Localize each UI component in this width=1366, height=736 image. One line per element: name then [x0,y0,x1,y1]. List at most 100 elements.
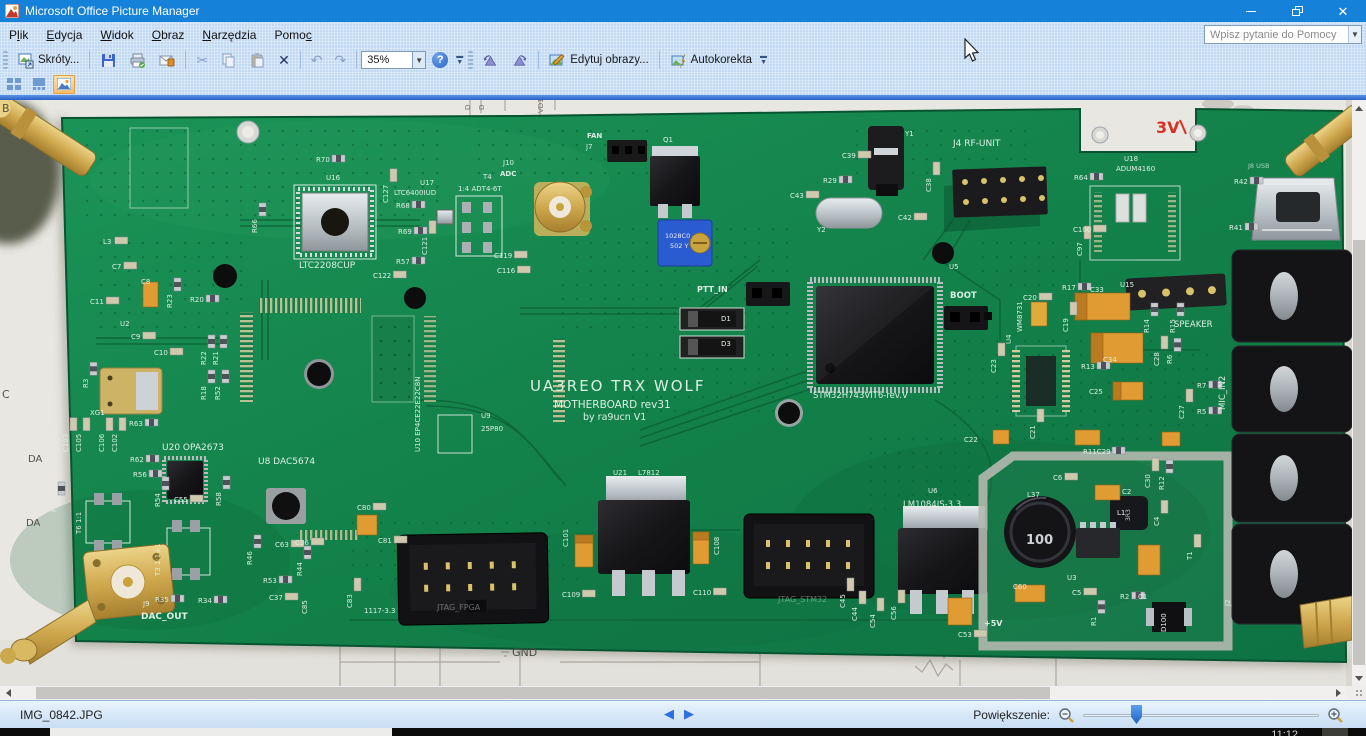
svg-text:R41: R41 [1229,224,1243,232]
help-question-placeholder: Wpisz pytanie do Pomocy [1205,29,1348,41]
svg-text:R18: R18 [200,386,208,400]
zoom-out-icon[interactable] [1058,707,1075,724]
menu-widok[interactable]: Widok [91,24,142,46]
chip-stm32 [810,280,940,390]
edit-pictures-button[interactable]: Edytuj obrazy... [543,49,654,72]
zoom-slider-thumb[interactable] [1131,705,1142,724]
cut-icon: ✂ [196,53,208,67]
svg-text:R56: R56 [133,471,147,479]
svg-text:C119: C119 [494,252,512,260]
adc-connector [534,182,592,236]
svg-text:Q1: Q1 [663,136,673,144]
rotate-right-button[interactable] [505,49,534,72]
svg-text:C6: C6 [1053,474,1063,482]
standard-toolbar: Skróty... ✂ [0,47,1366,73]
menu-edycja[interactable]: Edycja [37,24,91,46]
rotate-left-button[interactable] [476,49,505,72]
restore-button[interactable] [1274,0,1320,22]
svg-text:WM8731: WM8731 [1016,301,1024,332]
svg-text:R57: R57 [50,498,58,512]
shortcuts-button[interactable]: Skróty... [11,49,85,72]
toolbar-options-button[interactable]: ▬▼ [456,54,463,67]
scrollbar-corner [1346,686,1366,700]
previous-image-button[interactable]: ◀ [664,706,674,722]
save-button[interactable] [94,49,123,72]
help-question-box[interactable]: Wpisz pytanie do Pomocy ▼ [1204,25,1362,44]
svg-text:STM32H743VIT6-rev.V: STM32H743VIT6-rev.V [813,391,908,401]
copy-button[interactable] [214,49,243,72]
svg-text:C1: C1 [1138,593,1147,601]
vertical-scrollbar[interactable] [1352,100,1366,686]
zoom-value: 35% [367,54,389,66]
email-button[interactable] [152,49,181,72]
zoom-in-icon[interactable] [1327,707,1344,724]
photo-canvas[interactable]: R70U16LTC2208CUPR66L3C7C8C11U2C9C10R23R2… [0,100,1366,686]
delete-button[interactable]: ✕ [272,50,296,70]
print-button[interactable] [123,49,152,72]
menu-obraz[interactable]: Obraz [143,24,194,46]
vertical-scroll-thumb[interactable] [1353,240,1365,665]
edit-pictures-icon [549,52,566,69]
zoom-slider[interactable] [1083,705,1319,725]
svg-text:LM1084IS-3.3: LM1084IS-3.3 [903,500,961,510]
next-image-button[interactable]: ▶ [684,706,694,722]
undo-button[interactable]: ↶ [305,50,329,70]
svg-text:U3: U3 [1067,574,1077,582]
paste-button[interactable] [243,49,272,72]
svg-text:Y1: Y1 [904,130,914,138]
svg-text:J7: J7 [585,143,593,151]
svg-text:L7812: L7812 [638,469,660,477]
svg-text:T3 1:1+1: T3 1:1+1 [154,543,162,577]
zoom-slider-label: Powiększenie: [973,708,1050,722]
svg-text:+5V: +5V [984,619,1003,628]
oscillator-xg1 [100,368,162,414]
toolbar-options-button[interactable]: ▬▼ [760,54,767,67]
scroll-right-icon[interactable] [1330,686,1346,700]
cut-button[interactable]: ✂ [190,50,214,70]
pcb-photo: R70U16LTC2208CUPR66L3C7C8C11U2C9C10R23R2… [0,100,1352,686]
svg-text:C60: C60 [1013,583,1027,591]
zoom-slider-track[interactable] [1083,714,1319,717]
horizontal-scroll-thumb[interactable] [36,687,1050,699]
scroll-up-icon[interactable] [1352,100,1366,116]
filmstrip-view-button[interactable] [28,75,50,94]
toolbar-separator [538,51,539,69]
svg-text:B: B [2,102,10,115]
paste-icon [249,52,266,69]
toolbar-grip[interactable] [468,51,473,69]
toolbar-grip[interactable] [3,51,8,69]
menu-plik[interactable]: Plik [0,24,37,46]
scroll-down-icon[interactable] [1352,670,1366,686]
svg-text:R68: R68 [396,202,410,210]
single-picture-view-button[interactable] [53,75,75,94]
redo-button[interactable]: ↷ [329,50,353,70]
svg-text:ADUM4160: ADUM4160 [1116,165,1155,173]
taskbar-app-segment[interactable] [50,728,392,736]
svg-text:R46: R46 [246,551,254,565]
menu-items: PlikEdycjaWidokObrazNarzędziaPomoc [0,24,321,46]
help-question-dropdown-icon[interactable]: ▼ [1348,26,1361,43]
svg-text:R7: R7 [1197,382,1206,390]
svg-text:T6 1:1: T6 1:1 [75,512,83,535]
scroll-left-icon[interactable] [0,686,16,700]
help-button[interactable]: ? [426,49,454,71]
menu-pomoc[interactable]: Pomoc [265,24,320,46]
resize-grip-icon[interactable] [1355,689,1364,698]
menu-narzędzia[interactable]: Narzędzia [193,24,265,46]
minimize-button[interactable] [1228,0,1274,22]
horizontal-scrollbar[interactable] [0,686,1346,700]
filmstrip-view-icon [32,78,46,90]
svg-text:R2: R2 [1120,593,1129,601]
svg-text:PTT_IN: PTT_IN [697,285,728,294]
svg-text:LTC2208CUP: LTC2208CUP [299,261,356,271]
svg-text:R42: R42 [1234,178,1248,186]
svg-text:1117-3.3: 1117-3.3 [364,607,395,615]
close-button[interactable]: ✕ [1320,0,1366,22]
autocorrect-button[interactable]: Autokorekta [664,49,758,72]
taskbar-sliver: 11:12 [0,728,1366,736]
zoom-combobox[interactable]: 35% [361,51,413,69]
zoom-dropdown-icon[interactable]: ▼ [413,51,426,69]
svg-text:C42: C42 [898,214,912,222]
svg-text:C121: C121 [421,237,429,255]
thumbnail-view-button[interactable] [3,75,25,94]
